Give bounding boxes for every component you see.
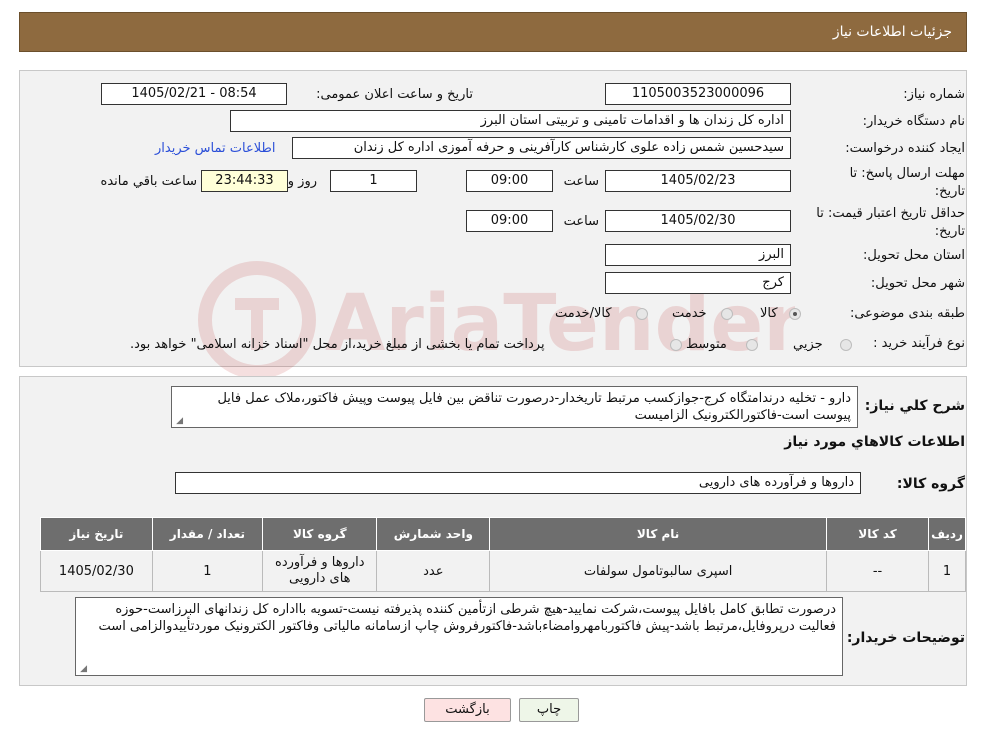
remaining-label: ساعت باقي مانده xyxy=(100,174,197,189)
category-option-goods-service: کالا/خدمت xyxy=(555,306,612,321)
col-item-name: نام کالا xyxy=(489,517,827,551)
col-unit: واحد شمارش xyxy=(376,517,491,551)
table-header-row: رديف کد کالا نام کالا واحد شمارش گروه کا… xyxy=(40,517,966,551)
cell-goods-group: داروها و فرآورده های دارویی xyxy=(262,550,378,592)
col-item-code: کد کالا xyxy=(825,517,930,551)
category-label: طبقه بندی موضوعی: xyxy=(849,306,965,321)
back-button[interactable]: بازگشت xyxy=(424,698,511,722)
description-text: دارو - تخلیه درندامتگاه کرج-جوازکسب مرتب… xyxy=(217,391,851,423)
cell-unit: عدد xyxy=(376,550,491,592)
process-radio-minor[interactable] xyxy=(840,339,852,351)
deadline-date-field: 1405/02/23 xyxy=(605,170,791,192)
validity-time-label: ساعت xyxy=(563,214,599,229)
requester-field: سیدحسین شمس زاده علوی کارشناس کارآفرینی … xyxy=(292,137,791,159)
announce-label: تاریخ و ساعت اعلان عمومی: xyxy=(316,87,473,102)
validity-date-field: 1405/02/30 xyxy=(605,210,791,232)
days-remaining-field: 1 xyxy=(330,170,417,192)
buyer-notes-textarea[interactable]: درصورت تطابق کامل بافایل پیوست،شرکت نمای… xyxy=(75,597,843,676)
page-title: جزئیات اطلاعات نیاز xyxy=(832,24,952,40)
cell-row-number: 1 xyxy=(928,550,966,592)
cell-item-code: -- xyxy=(825,550,930,592)
process-note: پرداخت تمام یا بخشی از مبلغ خرید،از محل … xyxy=(130,337,545,352)
col-goods-group: گروه کالا xyxy=(262,517,378,551)
category-radio-service[interactable] xyxy=(721,308,733,320)
print-button[interactable]: چاپ xyxy=(519,698,579,722)
goods-section-title: اطلاعات کالاهاي مورد نياز xyxy=(784,434,965,450)
col-quantity: تعداد / مقدار xyxy=(151,517,264,551)
col-need-date: تاريخ نياز xyxy=(40,517,153,551)
col-row-number: رديف xyxy=(928,517,966,551)
goods-group-field: داروها و فرآورده های دارویی xyxy=(175,472,861,494)
city-label: شهر محل تحویل: xyxy=(870,276,965,291)
process-treasury-checkbox[interactable] xyxy=(670,339,682,351)
deadline-label-date: تاریخ: xyxy=(934,184,965,199)
process-option-minor: جزیي xyxy=(793,337,823,352)
deadline-time-label: ساعت xyxy=(563,174,599,189)
category-radio-goods[interactable] xyxy=(789,308,801,320)
province-field: البرز xyxy=(605,244,791,266)
remaining-time-field: 23:44:33 xyxy=(201,170,288,192)
announce-datetime-field: 1405/02/21 - 08:54 xyxy=(101,83,287,105)
goods-table: رديف کد کالا نام کالا واحد شمارش گروه کا… xyxy=(40,517,966,592)
deadline-label: مهلت ارسال پاسخ: تا xyxy=(849,166,965,181)
description-textarea[interactable]: دارو - تخلیه درندامتگاه کرج-جوازکسب مرتب… xyxy=(171,386,858,428)
page-header: جزئیات اطلاعات نیاز xyxy=(19,12,967,52)
resize-grip-icon[interactable]: ◢ xyxy=(175,417,183,426)
province-label: استان محل تحویل: xyxy=(863,248,965,263)
validity-time-field: 09:00 xyxy=(466,210,553,232)
city-field: کرج xyxy=(605,272,791,294)
requester-label: ایجاد کننده درخواست: xyxy=(845,141,965,156)
need-number-field: 1105003523000096 xyxy=(605,83,791,105)
deadline-time-field: 09:00 xyxy=(466,170,553,192)
cell-item-name: اسپری سالبوتامول سولفات xyxy=(489,550,827,592)
category-option-goods: کالا xyxy=(760,306,778,321)
buyer-org-label: نام دستگاه خریدار: xyxy=(862,114,965,129)
validity-label: حداقل تاریخ اعتبار قیمت: تا xyxy=(816,206,965,221)
cell-need-date: 1405/02/30 xyxy=(40,550,153,592)
category-option-service: خدمت xyxy=(672,306,707,321)
goods-group-label: گروه کالا: xyxy=(896,476,965,492)
buyer-contact-link[interactable]: اطلاعات تماس خریدار xyxy=(155,141,275,156)
description-label: شرح کلي نياز: xyxy=(864,398,965,414)
process-option-medium: متوسط xyxy=(686,337,727,352)
process-radio-medium[interactable] xyxy=(746,339,758,351)
cell-quantity: 1 xyxy=(151,550,264,592)
table-row: 1 -- اسپری سالبوتامول سولفات عدد داروها … xyxy=(40,550,966,592)
resize-grip-icon[interactable]: ◢ xyxy=(79,665,87,674)
buyer-org-field: اداره کل زندان ها و اقدامات تامینی و ترب… xyxy=(230,110,791,132)
validity-label-date: تاریخ: xyxy=(934,224,965,239)
buyer-notes-text: درصورت تطابق کامل بافایل پیوست،شرکت نمای… xyxy=(98,602,836,634)
need-number-label: شماره نیاز: xyxy=(903,87,965,102)
category-radio-goods-service[interactable] xyxy=(636,308,648,320)
buyer-notes-label: توضیحات خریدار: xyxy=(846,630,965,646)
process-label: نوع فرآیند خرید : xyxy=(873,336,965,351)
days-label: روز و xyxy=(287,174,317,189)
